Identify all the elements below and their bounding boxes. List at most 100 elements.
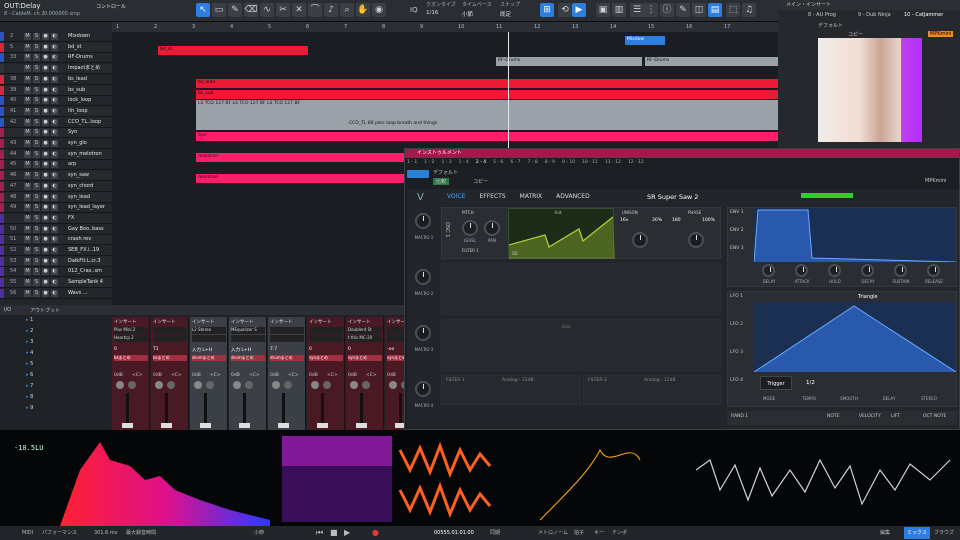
- unison-detune[interactable]: 30%: [652, 218, 662, 223]
- insert-slot[interactable]: [309, 327, 343, 334]
- record-arm-button[interactable]: ●: [42, 172, 49, 180]
- preset-name[interactable]: 10 - CatJammer: [904, 12, 943, 18]
- track-name[interactable]: FX: [68, 214, 74, 223]
- solo-button[interactable]: S: [33, 204, 40, 212]
- input-row[interactable]: ▸ 7: [26, 383, 110, 393]
- record-arm-button[interactable]: ●: [42, 140, 49, 147]
- track-row[interactable]: M S ● ◐ FX: [0, 213, 112, 224]
- mod-source[interactable]: NOTE: [827, 414, 840, 419]
- track-name[interactable]: RF-Drums: [68, 53, 93, 62]
- arrow-tool-button[interactable]: ↖: [196, 3, 210, 17]
- input-gain[interactable]: 入力 L+H: [192, 347, 212, 353]
- mute-icon[interactable]: [311, 381, 319, 389]
- quantize-select[interactable]: 1/16: [426, 10, 438, 16]
- split-tool-button[interactable]: ✂: [276, 3, 290, 17]
- track-row[interactable]: 38 M S ● ◐ bs_lead: [0, 74, 112, 85]
- hand-tool-button[interactable]: ✋: [356, 3, 370, 17]
- envelope-display[interactable]: [754, 208, 956, 262]
- instrument-preset[interactable]: MPKmini: [925, 178, 946, 184]
- stop-icon[interactable]: ■: [330, 526, 338, 540]
- track-name[interactable]: hh_loop: [68, 107, 88, 116]
- solo-button[interactable]: S: [33, 279, 40, 287]
- record-arm-button[interactable]: ●: [42, 75, 49, 83]
- clip-perc-loop[interactable]: CCO_TL 86 perc loop breath and things: [347, 120, 778, 129]
- vital-tab[interactable]: EFFECTS: [479, 193, 505, 200]
- solo-button[interactable]: S: [33, 129, 40, 137]
- solo-button[interactable]: S: [33, 268, 40, 276]
- track-name[interactable]: syn_lead: [68, 193, 90, 202]
- monitor-button[interactable]: ◐: [51, 182, 58, 190]
- track-name[interactable]: Gay Boo..bass: [68, 225, 104, 234]
- env-knob[interactable]: [762, 264, 775, 277]
- snap-toggle-button[interactable]: ⊞: [540, 3, 554, 17]
- output-route[interactable]: bsまとめ: [114, 355, 148, 361]
- track-name[interactable]: SEB_FX.i..19: [68, 246, 99, 255]
- solo-button[interactable]: S: [33, 107, 40, 115]
- mute-button[interactable]: M: [24, 182, 31, 190]
- mute-button[interactable]: M: [24, 247, 31, 254]
- filter2-panel[interactable]: FILTER 2 Analog : 12dB: [583, 375, 721, 405]
- mod-source[interactable]: VELOCITY: [859, 414, 881, 419]
- track-row[interactable]: 40 M S ● ◐ lock_loop: [0, 96, 112, 107]
- mute-icon[interactable]: [116, 381, 124, 389]
- monitor-button[interactable]: ◐: [51, 268, 58, 276]
- mute-button[interactable]: M: [24, 268, 31, 276]
- record-arm-button[interactable]: ●: [42, 107, 49, 115]
- solo-button[interactable]: S: [33, 140, 40, 147]
- output-route[interactable]: synまとめ: [309, 355, 343, 361]
- clip-rf-drums-2[interactable]: RF-Drums: [645, 57, 778, 66]
- fader-handle[interactable]: [122, 423, 133, 428]
- clip-syn[interactable]: Syn: [196, 132, 778, 141]
- record-arm-button[interactable]: ●: [42, 161, 49, 169]
- solo-button[interactable]: S: [33, 172, 40, 180]
- insert-slot[interactable]: [309, 335, 343, 342]
- monitor-button[interactable]: ◐: [51, 236, 58, 244]
- track-name[interactable]: SampleTank 4: [68, 278, 103, 287]
- monitor-button[interactable]: ◐: [51, 214, 58, 222]
- zoom-tool-button[interactable]: ⌕: [340, 3, 354, 17]
- env-knob[interactable]: [828, 264, 841, 277]
- record-arm-button[interactable]: ●: [42, 182, 49, 190]
- osc3-panel[interactable]: Sine: [441, 319, 721, 371]
- pan-value[interactable]: <C>: [288, 373, 299, 378]
- monitor-button[interactable]: ◐: [51, 289, 58, 297]
- mute-icon[interactable]: [389, 381, 397, 389]
- phase-knob[interactable]: [688, 232, 704, 248]
- monitor-button[interactable]: ◐: [51, 225, 58, 233]
- mute-button[interactable]: M: [24, 54, 31, 62]
- listen-tool-button[interactable]: ◉: [372, 3, 386, 17]
- mute-button[interactable]: M: [24, 236, 31, 244]
- console-button[interactable]: ⋮: [644, 3, 658, 17]
- pattern-slot[interactable]: 9 - 10: [562, 160, 575, 165]
- key-label[interactable]: キー: [594, 526, 604, 540]
- clip-bs-sub[interactable]: bs_sub: [196, 90, 778, 99]
- record-arm-button[interactable]: ●: [42, 150, 49, 158]
- track-name[interactable]: Syn: [68, 128, 77, 137]
- solo-button[interactable]: S: [33, 257, 40, 265]
- record-arm-button[interactable]: ●: [42, 225, 49, 233]
- mute-button[interactable]: M: [24, 97, 31, 105]
- record-arm-button[interactable]: ●: [42, 193, 49, 201]
- mute-tool-button[interactable]: ✕: [292, 3, 306, 17]
- input-row[interactable]: ▸ 3: [26, 339, 110, 349]
- insert-slot[interactable]: [192, 335, 226, 342]
- solo-button[interactable]: S: [33, 86, 40, 94]
- position-readout[interactable]: 00555.01.01.00: [434, 526, 474, 540]
- macro-knob[interactable]: [415, 213, 431, 229]
- solo-icon[interactable]: [206, 381, 214, 389]
- solo-button[interactable]: S: [33, 54, 40, 62]
- pan-value[interactable]: <C>: [327, 373, 338, 378]
- rewind-icon[interactable]: ⏮: [316, 526, 323, 540]
- pattern-slot[interactable]: 2 - 4: [476, 160, 486, 165]
- track-row[interactable]: 46 M S ● ◐ syn_saw: [0, 171, 112, 182]
- track-row[interactable]: 33 M S ● ◐ RF-Drums: [0, 53, 112, 64]
- monitor-button[interactable]: ◐: [51, 129, 58, 137]
- mute-button[interactable]: M: [24, 129, 31, 137]
- monitor-button[interactable]: ◐: [51, 140, 58, 147]
- mute-button[interactable]: M: [24, 193, 31, 201]
- solo-icon[interactable]: [245, 381, 253, 389]
- solo-button[interactable]: S: [33, 150, 40, 158]
- insert-slot[interactable]: [270, 335, 304, 342]
- record-arm-button[interactable]: ●: [42, 289, 49, 297]
- pan-value[interactable]: <C>: [366, 373, 377, 378]
